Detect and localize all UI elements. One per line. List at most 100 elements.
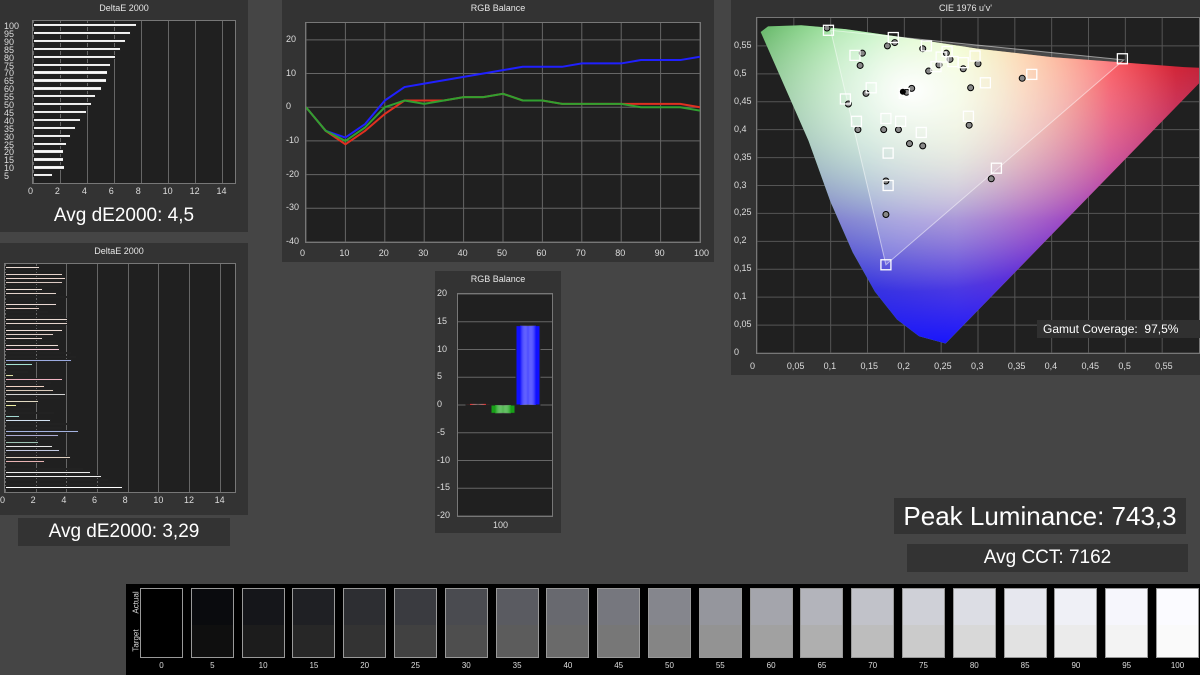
swatch-actual <box>1157 589 1198 625</box>
swatch-target <box>1157 625 1198 657</box>
bar <box>5 460 45 463</box>
bar <box>33 23 137 28</box>
bar <box>33 141 67 146</box>
x-tick: 4 <box>61 495 67 505</box>
measured-point <box>974 60 982 68</box>
x-tick: 0 <box>28 186 34 196</box>
bar <box>5 329 64 333</box>
grayscale-swatch <box>394 588 437 658</box>
grayscale-swatch <box>902 588 945 658</box>
bar <box>5 269 64 273</box>
bar <box>5 303 58 306</box>
grayscale-swatch <box>292 588 336 658</box>
bar <box>5 355 76 359</box>
swatch-label: 60 <box>766 661 776 670</box>
y-tick: -30 <box>286 202 300 213</box>
swatch-actual <box>1004 589 1046 625</box>
bar-highlight <box>495 405 511 414</box>
bar <box>5 381 51 385</box>
chart-title: RGB Balance <box>470 274 526 284</box>
grid-line <box>113 21 115 183</box>
x-tick: 90 <box>654 248 665 258</box>
bar <box>33 109 87 115</box>
bar <box>33 70 109 75</box>
bar <box>5 363 33 366</box>
bar <box>5 288 44 291</box>
bar <box>5 437 51 441</box>
grid-line <box>167 21 169 183</box>
bar <box>33 78 108 83</box>
bar <box>33 133 71 138</box>
swatch-target <box>141 625 182 657</box>
avg-cct: Avg CCT: 7162 <box>907 544 1188 572</box>
swatch-actual <box>903 589 944 625</box>
swatch-target <box>852 625 894 657</box>
y-tick: 0,1 <box>734 291 747 302</box>
grid-line <box>97 264 98 492</box>
grayscale-swatch <box>698 588 742 658</box>
swatch-label: 70 <box>868 661 878 670</box>
bar <box>33 125 77 131</box>
swatch-label: 25 <box>411 661 420 670</box>
swatch-actual <box>191 589 233 625</box>
swatch-label: 15 <box>309 661 319 670</box>
swatch-actual <box>141 589 182 625</box>
bar <box>5 366 32 370</box>
grayscale-swatch <box>444 588 488 658</box>
delta-e-grayscale-panel: DeltaE 2000 0 2 4 6 8 10 12 14 100 95 90 85 80 75 70 6… <box>0 0 248 232</box>
x-tick: 40 <box>457 248 468 258</box>
x-tick: 12 <box>184 495 195 505</box>
swatch-target <box>649 625 690 657</box>
bar <box>33 86 102 91</box>
y-tick: 20 <box>286 33 297 44</box>
swatch-target <box>496 625 538 657</box>
swatch-target <box>699 625 741 657</box>
x-tick: 100 <box>694 248 710 258</box>
measured-point <box>856 61 864 69</box>
grayscale-swatch <box>952 588 996 658</box>
x-tick: 14 <box>216 186 227 196</box>
x-tick: 0,5 <box>1118 361 1131 371</box>
grid-line <box>127 264 129 492</box>
chart-title: DeltaE 2000 <box>94 246 144 256</box>
grayscale-swatch <box>140 588 183 658</box>
chart-title: DeltaE 2000 <box>99 3 149 13</box>
measured-point <box>882 211 890 219</box>
gamut-coverage-label: Gamut Coverage: <box>1043 322 1138 336</box>
bar <box>33 46 121 52</box>
bar <box>5 333 55 336</box>
y-tick: 10 <box>437 343 448 354</box>
bar <box>5 340 56 344</box>
x-tick: 10 <box>153 495 164 505</box>
bar <box>5 385 45 389</box>
y-tick: -10 <box>286 134 300 145</box>
bar <box>5 292 58 295</box>
swatch-label: 80 <box>969 661 979 670</box>
x-tick: 0,4 <box>1044 361 1058 371</box>
bar <box>5 310 48 314</box>
x-tick: 8 <box>122 495 128 505</box>
swatch-actual <box>699 589 741 625</box>
swatch-label: 30 <box>461 661 471 670</box>
bar <box>5 266 41 269</box>
swatch-target <box>344 625 386 657</box>
swatch-label: 35 <box>512 661 522 670</box>
x-tick: 100 <box>493 520 509 530</box>
bar <box>5 400 39 403</box>
bar <box>5 299 45 303</box>
swatch-actual <box>496 589 538 625</box>
measured-point <box>905 140 913 148</box>
swatch-label: 5 <box>210 661 215 670</box>
bar <box>5 351 71 355</box>
x-tick: 0 <box>300 248 306 258</box>
x-tick: 2 <box>54 186 60 196</box>
swatch-target <box>801 625 843 657</box>
bar <box>5 404 18 407</box>
bar <box>5 463 36 467</box>
swatch-label: 50 <box>665 661 674 670</box>
y-tick: 0,25 <box>734 207 752 218</box>
swatch-target <box>1055 625 1097 657</box>
grid-line <box>140 21 142 183</box>
bar <box>5 430 79 433</box>
bar <box>33 117 82 123</box>
